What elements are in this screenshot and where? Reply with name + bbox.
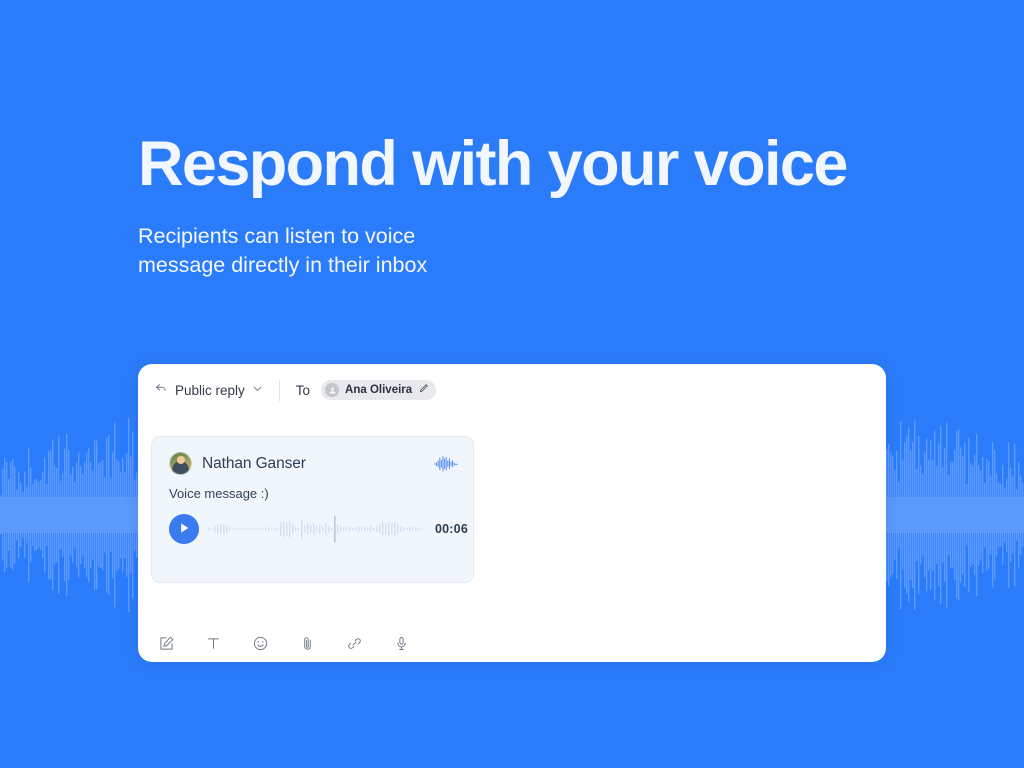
voice-message-player: 00:06 [152, 501, 473, 544]
link-icon[interactable] [341, 630, 368, 657]
hero-section: Respond with your voice Recipients can l… [138, 128, 958, 280]
avatar [169, 452, 192, 475]
play-icon [179, 522, 190, 537]
attachment-paperclip-icon[interactable] [294, 630, 321, 657]
header-divider [278, 379, 280, 401]
page-subtitle: Recipients can listen to voice message d… [138, 224, 428, 277]
recipient-name: Ana Oliveira [345, 384, 413, 396]
pencil-icon[interactable] [418, 381, 429, 399]
reply-mode-label: Public reply [175, 382, 245, 398]
voice-message-duration: 00:06 [435, 522, 468, 536]
voice-message-waveform-track[interactable] [208, 515, 426, 543]
voice-message-body-text: Voice message :) [169, 486, 269, 501]
voice-message-bubble: Nathan Ganser Voice message :) 00:06 [151, 436, 474, 583]
reply-arrow-icon [154, 381, 168, 400]
recipient-chip-ana-oliveira[interactable]: Ana Oliveira [321, 380, 437, 400]
page-title: Respond with your voice [138, 129, 848, 199]
microphone-icon[interactable] [388, 630, 415, 657]
emoji-icon[interactable] [247, 630, 274, 657]
chevron-down-icon [252, 381, 263, 399]
voice-message-sender-name: Nathan Ganser [202, 454, 306, 472]
person-icon [325, 383, 340, 397]
audio-waveform-icon [434, 455, 458, 473]
to-label: To [295, 382, 311, 398]
text-format-icon[interactable] [200, 630, 227, 657]
composer-header: Public reply To Ana Oliveira [138, 371, 886, 409]
voice-message-header: Nathan Ganser [152, 437, 473, 475]
composer-toolbar [153, 630, 415, 657]
compose-edit-icon[interactable] [153, 630, 180, 657]
play-button[interactable] [169, 514, 199, 544]
reply-mode-selector[interactable]: Public reply [154, 381, 277, 400]
